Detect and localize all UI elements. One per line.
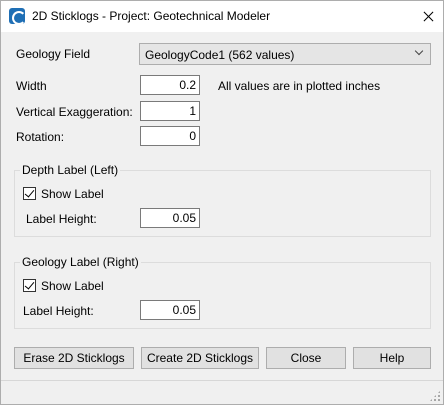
- geology-label-group-title: Geology Label (Right): [20, 255, 141, 269]
- geology-label-height-label: Label Height:: [23, 304, 94, 318]
- title-bar[interactable]: 2D Sticklogs - Project: Geotechnical Mod…: [1, 1, 443, 32]
- depth-show-label-checkbox[interactable]: [23, 187, 36, 200]
- depth-label-height-input[interactable]: 0.05: [140, 208, 200, 228]
- geology-label-group: [14, 262, 431, 329]
- status-bar: [1, 380, 443, 404]
- create-sticklogs-button[interactable]: Create 2D Sticklogs: [141, 347, 259, 369]
- geology-show-label-text: Show Label: [41, 279, 104, 293]
- depth-label-group-title: Depth Label (Left): [20, 163, 121, 177]
- width-label: Width: [16, 79, 47, 93]
- geology-label-height-input[interactable]: 0.05: [140, 300, 200, 320]
- geology-show-label-checkbox[interactable]: [23, 279, 36, 292]
- help-button[interactable]: Help: [353, 347, 431, 369]
- depth-label-height-label: Label Height:: [26, 212, 97, 226]
- geology-field-selected-value: GeologyCode1 (562 values): [145, 48, 295, 62]
- close-button[interactable]: Close: [266, 347, 346, 369]
- vertical-exaggeration-label: Vertical Exaggeration:: [16, 105, 133, 119]
- app-logo-icon: [9, 8, 26, 25]
- vertical-exaggeration-input[interactable]: 1: [140, 101, 200, 121]
- units-note: All values are in plotted inches: [218, 79, 381, 93]
- rotation-input[interactable]: 0: [140, 126, 200, 146]
- erase-sticklogs-button[interactable]: Erase 2D Sticklogs: [14, 347, 134, 369]
- width-input[interactable]: 0.2: [140, 75, 200, 95]
- depth-show-label-text: Show Label: [41, 187, 104, 201]
- depth-label-group: [14, 170, 431, 237]
- sticklogs-dialog: 2D Sticklogs - Project: Geotechnical Mod…: [0, 0, 444, 405]
- resize-grip-icon[interactable]: [429, 390, 441, 402]
- window-title: 2D Sticklogs - Project: Geotechnical Mod…: [32, 9, 271, 23]
- geology-field-dropdown[interactable]: GeologyCode1 (562 values): [139, 43, 431, 65]
- close-window-icon[interactable]: [413, 1, 443, 32]
- geology-field-label: Geology Field: [16, 47, 91, 61]
- rotation-label: Rotation:: [16, 130, 65, 144]
- chevron-down-icon[interactable]: [415, 48, 424, 57]
